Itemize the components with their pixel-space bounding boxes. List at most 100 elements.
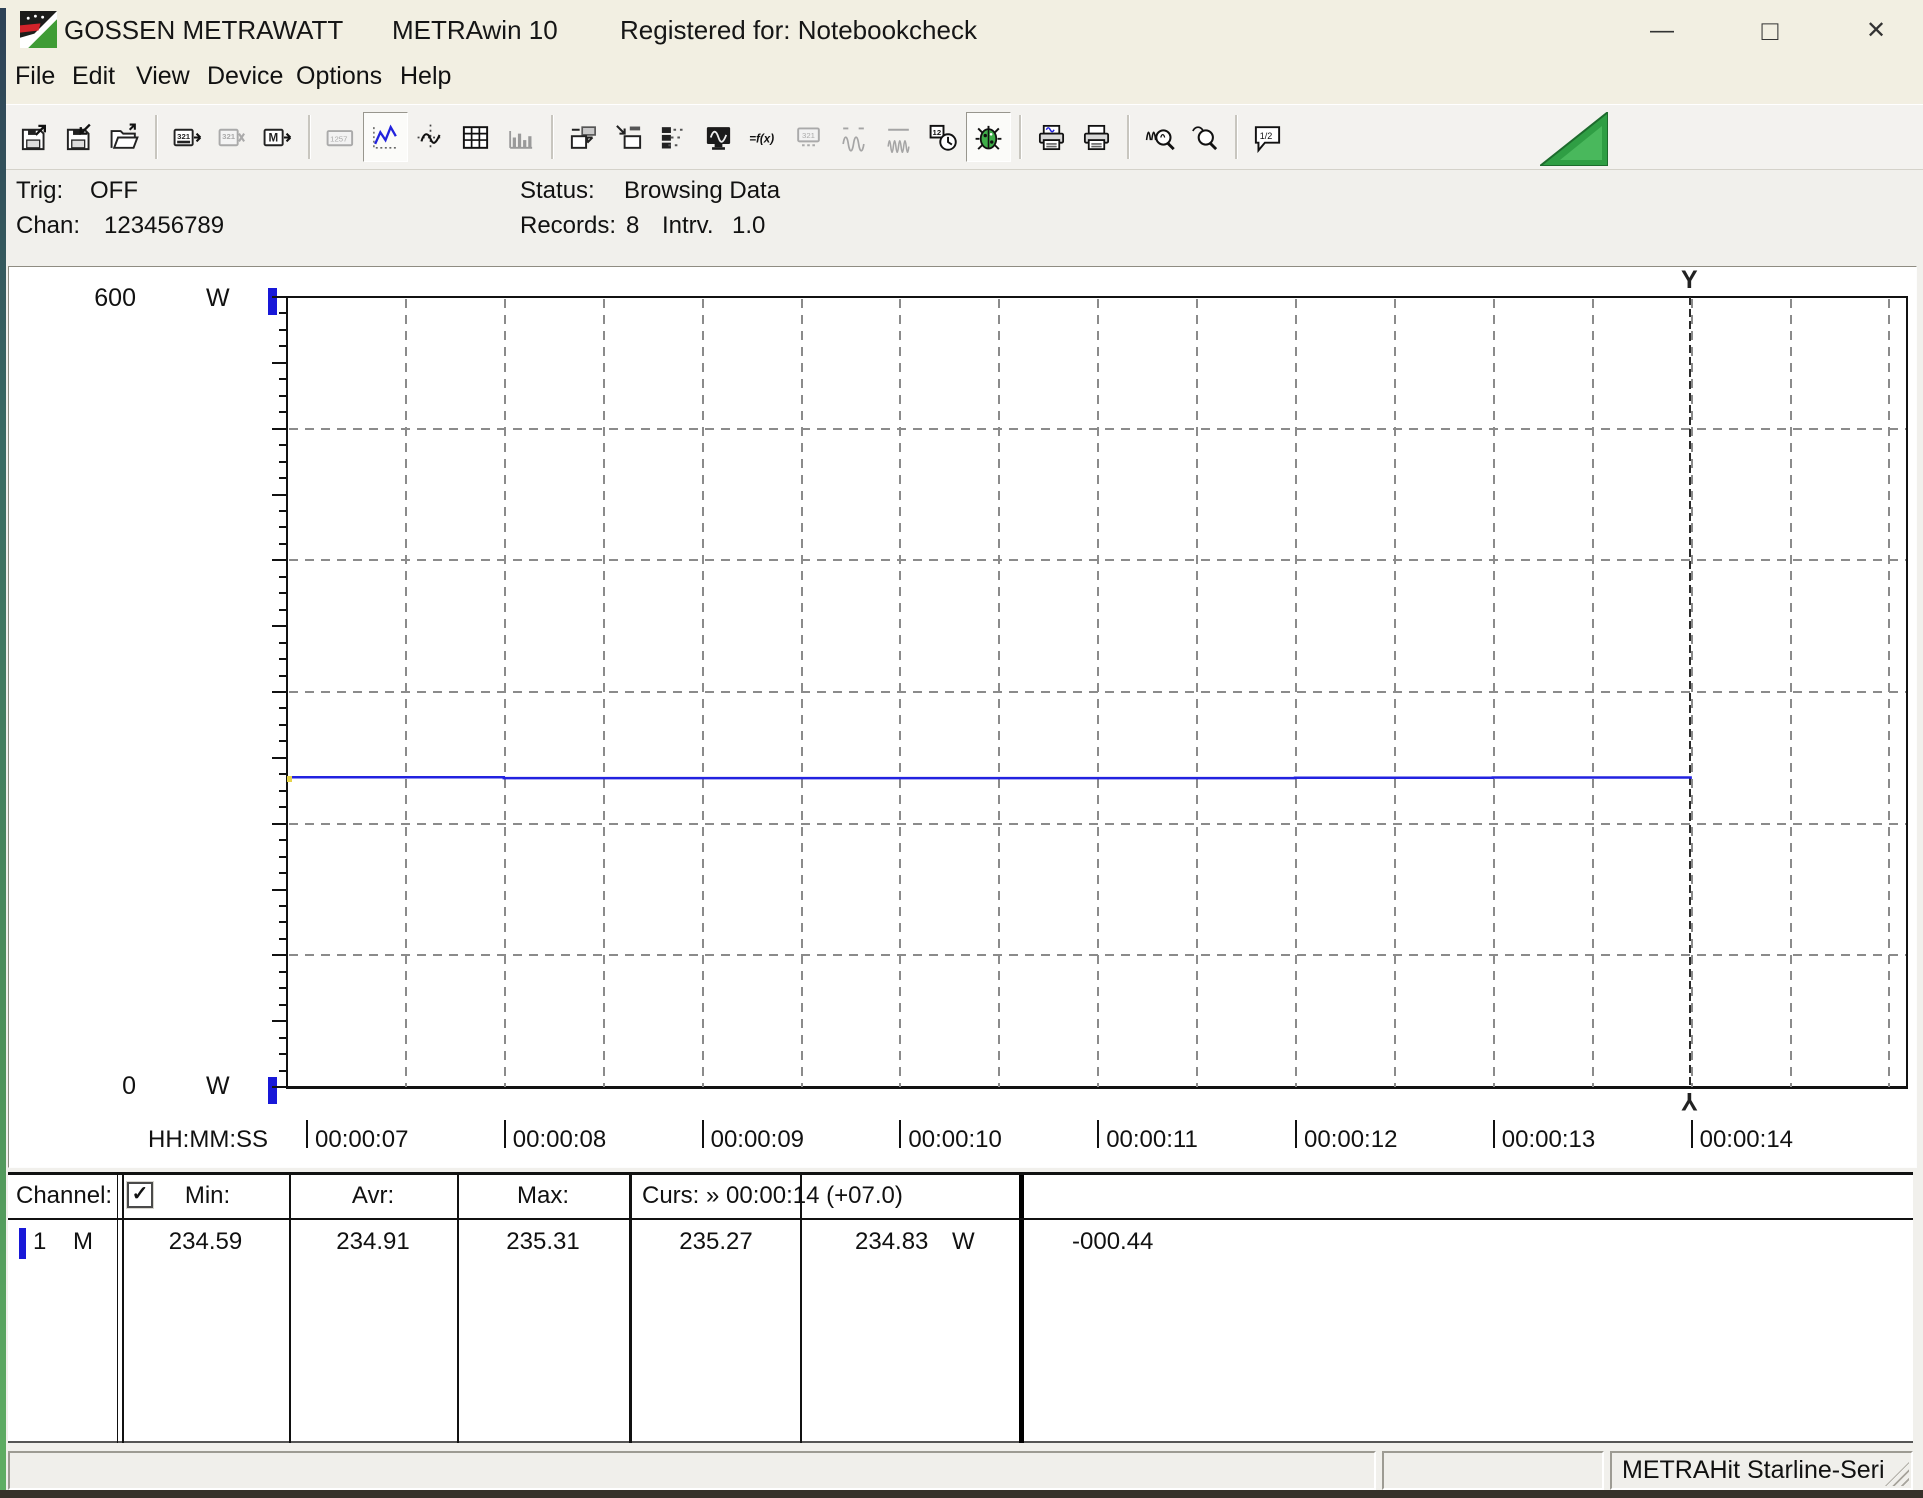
cursor2-value: 234.83 (855, 1228, 928, 1256)
x-axis-tick (899, 1120, 901, 1148)
statusbar-segment-device: METRAHit Starline-Seri (1610, 1451, 1913, 1490)
menu-item-view[interactable]: View (136, 62, 190, 91)
crosshair-scope-icon (415, 122, 446, 153)
record-live-button-active[interactable] (966, 112, 1011, 162)
read-multimeter-button[interactable]: M (255, 112, 300, 162)
device-321-disabled-icon: 321 (217, 122, 248, 153)
zoom-out-button[interactable] (1182, 112, 1227, 162)
y-axis-tick (279, 806, 287, 808)
table-header-max: Max: (457, 1182, 629, 1210)
formula-fx-icon: =f(x) (748, 122, 779, 153)
channel1-range-marker-top-icon (268, 288, 277, 315)
trig-value: OFF (90, 177, 138, 205)
histogram-disabled-icon (505, 122, 536, 153)
device-321-arrow-icon: 321 (172, 122, 203, 153)
save-data-button[interactable] (12, 112, 57, 162)
print-button[interactable] (1074, 112, 1119, 162)
svg-text:321: 321 (802, 131, 815, 140)
view-chart-button-active[interactable] (363, 112, 408, 162)
cursor-handle-top-icon[interactable]: Y (1681, 266, 1698, 295)
toolbar: 321 321 M 1257 =f(x) 321 12 1/2 (0, 104, 1923, 170)
table-header-underline (8, 1218, 1913, 1220)
y-axis-tick (272, 494, 287, 496)
save-floppy-export-icon (19, 122, 50, 153)
y-axis-tick (272, 691, 287, 693)
line-chart-icon (370, 122, 401, 153)
resize-grip[interactable] (1885, 1462, 1909, 1486)
v-gridline (1790, 299, 1792, 1087)
desktop-edge-sliver (0, 8, 6, 1490)
y-axis-tick (279, 461, 287, 463)
chart-panel[interactable] (8, 266, 1917, 1168)
toolbar-separator (1235, 115, 1237, 159)
statusbar-segment-middle (1382, 1451, 1604, 1490)
x-axis-tick (1097, 1120, 1099, 1148)
x-axis-tick (306, 1120, 308, 1148)
sine-pair-disabled-icon (838, 122, 869, 153)
x-axis-tick-label: 00:00:12 (1304, 1126, 1397, 1154)
gossen-metrawatt-logo-icon (20, 11, 57, 48)
menu-item-options[interactable]: Options (296, 62, 382, 91)
cursor1-value: 235.27 (632, 1228, 800, 1256)
x-axis-tick-label: 00:00:11 (1106, 1126, 1198, 1154)
cursor-handle-bottom-icon[interactable]: Y (1681, 1086, 1698, 1115)
svg-text:M: M (268, 131, 278, 144)
close-button[interactable]: ✕ (1848, 12, 1904, 50)
annotation-bubble-button[interactable]: 1/2 (1245, 112, 1290, 162)
svg-text:1/2: 1/2 (1260, 130, 1273, 140)
menu-item-help[interactable]: Help (400, 62, 451, 91)
x-axis-tick-label: 00:00:08 (513, 1126, 606, 1154)
y-axis-tick (279, 740, 287, 742)
export-panel-button[interactable] (561, 112, 606, 162)
open-file-button[interactable] (102, 112, 147, 162)
channel1-color-marker-icon (19, 1228, 26, 1259)
channel-list-button[interactable] (651, 112, 696, 162)
y-axis-tick (272, 428, 287, 430)
measurement-cursor-line[interactable] (1689, 297, 1691, 1087)
minimize-button[interactable]: — (1634, 12, 1690, 50)
formula-fx-button[interactable]: =f(x) (741, 112, 786, 162)
read-device-memory-button[interactable]: 321 (165, 112, 210, 162)
panel-export-icon (568, 122, 599, 153)
v-gridline (1592, 299, 1594, 1087)
menu-item-device[interactable]: Device (207, 62, 283, 91)
menu-item-edit[interactable]: Edit (72, 62, 115, 91)
y-max-label: 600 (60, 284, 136, 313)
y-axis-tick (279, 345, 287, 347)
y-axis-tick (279, 1004, 287, 1006)
view-table-button[interactable] (453, 112, 498, 162)
v-gridline (998, 299, 1000, 1087)
monitor-waveform-icon (703, 122, 734, 153)
maximize-button[interactable]: □ (1742, 12, 1798, 50)
y-axis-tick (279, 707, 287, 709)
envelope-waves-disabled-button (876, 112, 921, 162)
view-scope-button[interactable] (408, 112, 453, 162)
live-monitor-button[interactable] (696, 112, 741, 162)
zoom-in-button[interactable] (1137, 112, 1182, 162)
plot-right-border (1906, 296, 1908, 1089)
table-divider (289, 1175, 291, 1443)
svg-text:321: 321 (177, 131, 191, 140)
toolbar-separator (155, 115, 157, 159)
envelope-wave-disabled-icon (883, 122, 914, 153)
time-clock-button[interactable]: 12 (921, 112, 966, 162)
channel-mode: M (73, 1228, 93, 1256)
print-preview-button[interactable] (1029, 112, 1074, 162)
configure-panel-button[interactable] (606, 112, 651, 162)
save-data-as-button[interactable] (57, 112, 102, 162)
speech-bubble-icon: 1/2 (1252, 122, 1283, 153)
menu-item-file[interactable]: File (15, 62, 55, 91)
y-axis-tick (272, 889, 287, 891)
table-divider (800, 1175, 802, 1443)
v-gridline (405, 299, 407, 1087)
numeric-display-disabled-button: 321 (786, 112, 831, 162)
x-axis-tick (504, 1120, 506, 1148)
channel-max-value: 235.31 (457, 1228, 629, 1256)
svg-text:321: 321 (222, 131, 236, 140)
y-axis-tick (279, 856, 287, 858)
plot-top-border (286, 296, 1908, 298)
y-axis-tick (279, 526, 287, 528)
y-axis-tick (279, 971, 287, 973)
y-axis-tick (272, 296, 287, 298)
printer-icon (1081, 122, 1112, 153)
